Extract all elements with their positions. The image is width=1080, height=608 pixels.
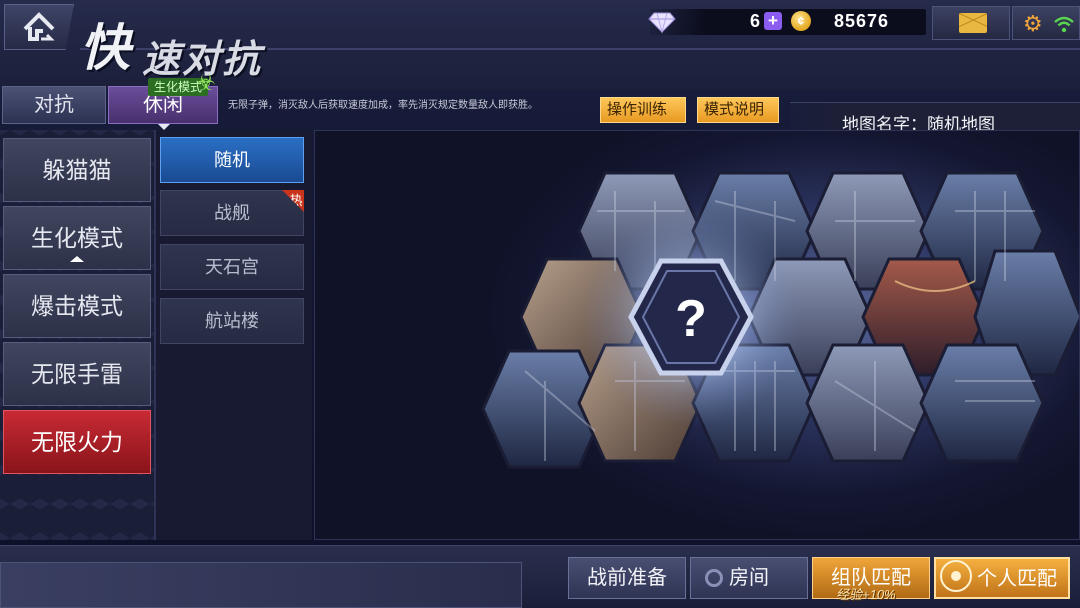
question-mark-icon: ? (675, 290, 707, 348)
mode-description: 无限子弹，消灭敌人后获取速度加成，率先消灭规定数量敌人即获胜。 (228, 100, 538, 111)
mail-icon (959, 13, 987, 33)
mode-item-hide-and-seek[interactable]: 躲猫猫 (3, 138, 151, 202)
mode-item-infinite-grenade[interactable]: 无限手雷 (3, 342, 151, 406)
add-diamonds-button[interactable]: + (764, 12, 782, 30)
home-icon (23, 12, 55, 41)
mode-item-infinite-firepower[interactable]: 无限火力 (3, 410, 151, 474)
settings-button[interactable]: ⚙ (1012, 6, 1080, 40)
map-item-terminal[interactable]: 航站楼 (160, 298, 304, 344)
mode-item-critical[interactable]: 爆击模式 (3, 274, 151, 338)
diamond-icon (648, 12, 676, 34)
coin-icon: ¢ (791, 11, 811, 31)
page-title-main: 快 (80, 20, 132, 76)
map-preview-collage: ? (481, 171, 1079, 469)
plus-icon: + (768, 11, 778, 30)
target-icon (940, 560, 972, 592)
mail-button[interactable] (932, 6, 1010, 40)
chevron-up-icon (70, 256, 84, 262)
diamond-count: 6 (749, 11, 760, 31)
tab-versus[interactable]: 对抗 (2, 86, 106, 124)
biohazard-icon: ☣ (196, 70, 216, 95)
wifi-icon (1054, 16, 1074, 33)
room-icon (705, 569, 723, 587)
training-button[interactable]: 操作训练 (600, 97, 686, 123)
pre-battle-prep-button[interactable]: 战前准备 (568, 557, 686, 599)
room-button[interactable]: 房间 (690, 557, 808, 599)
room-button-label: 房间 (729, 567, 769, 589)
gear-icon: ⚙ (1023, 11, 1043, 36)
home-button[interactable] (4, 4, 74, 50)
chat-input-box[interactable] (0, 562, 522, 608)
exp-bonus-label: 经验+10% (836, 587, 896, 602)
mode-info-button[interactable]: 模式说明 (697, 97, 779, 123)
map-item-sky-palace[interactable]: 天石宫 (160, 244, 304, 290)
map-preview: ? (314, 130, 1080, 540)
coin-count: 85676 (834, 11, 890, 31)
map-item-battleship[interactable]: 战舰 (160, 190, 304, 236)
map-item-random[interactable]: 随机 (160, 137, 304, 183)
